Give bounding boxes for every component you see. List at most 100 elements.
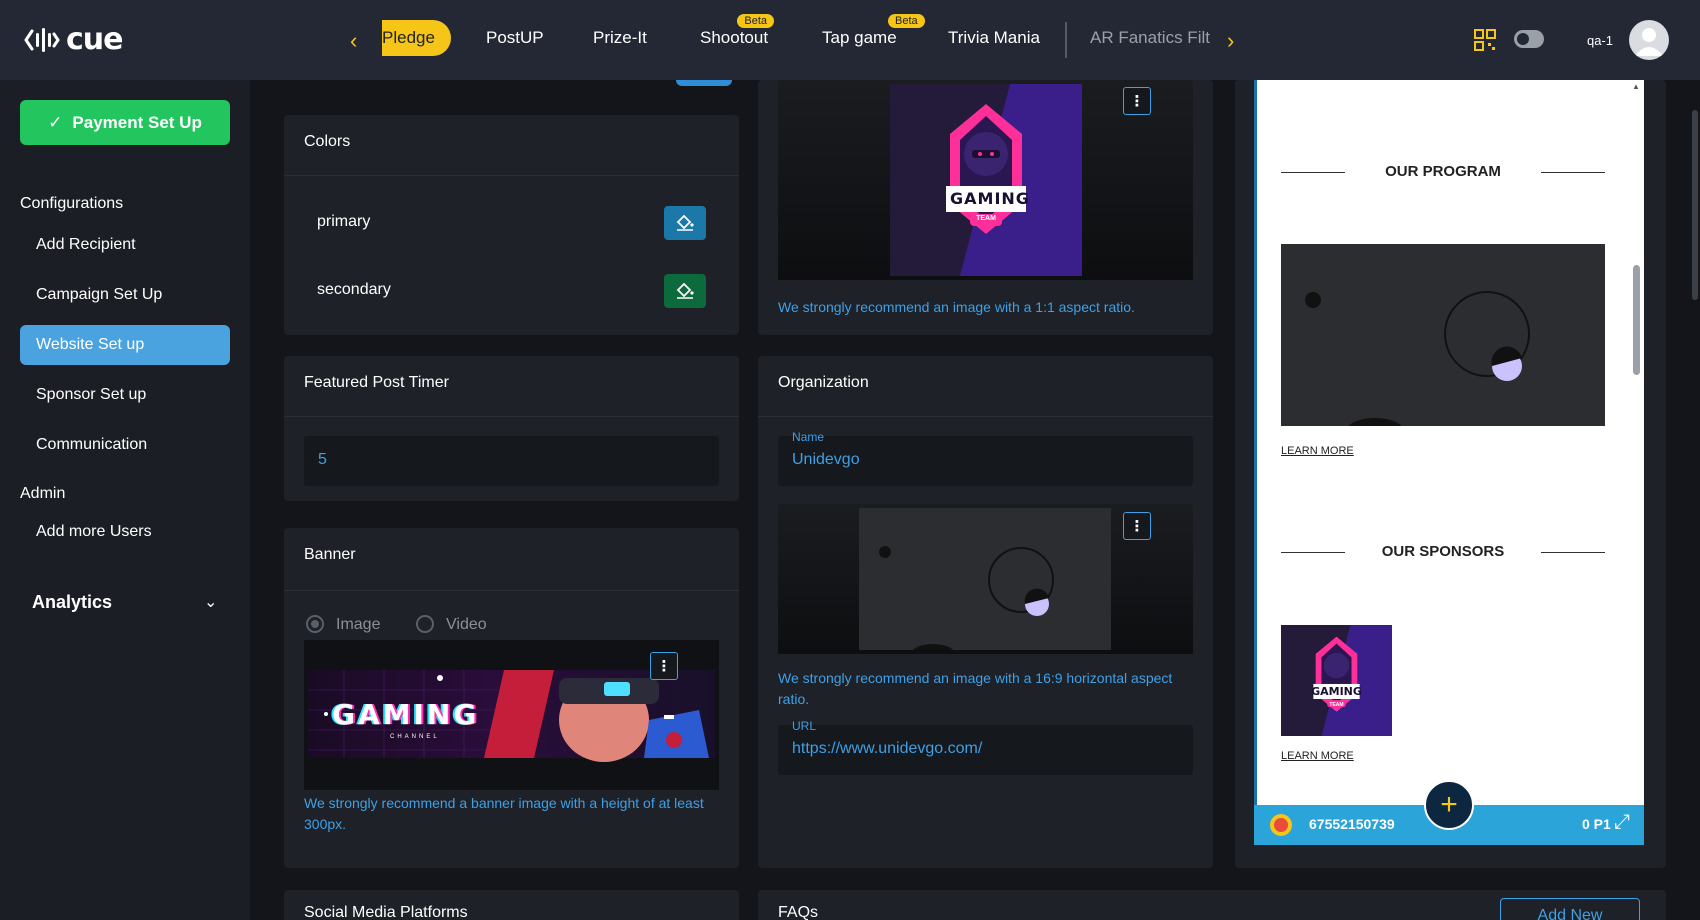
tab-trivia-mania[interactable]: Trivia Mania <box>948 28 1040 48</box>
tab-prize-it[interactable]: Prize-It <box>593 28 647 48</box>
tab-tap-game-label: Tap game <box>822 28 897 47</box>
divider <box>758 416 1213 417</box>
url-field-label: URL <box>792 719 817 733</box>
add-floating-button[interactable]: + <box>1424 780 1474 830</box>
expand-icon[interactable]: ⤢ <box>1614 811 1630 834</box>
qr-code-icon[interactable] <box>1474 29 1496 51</box>
sidebar-item-campaign-setup[interactable]: Campaign Set Up <box>20 275 230 315</box>
chevron-right-icon[interactable]: › <box>1227 28 1234 54</box>
secondary-color-label: secondary <box>317 281 391 298</box>
placeholder-graphic <box>879 546 1054 650</box>
tab-pledge[interactable]: Pledge <box>382 20 451 56</box>
tab-shootout-label: Shootout <box>700 28 769 47</box>
sponsor-logo: GAMING TEAM <box>1281 625 1392 736</box>
organization-image-options-button[interactable]: ⋮ <box>1123 512 1151 540</box>
avatar[interactable] <box>1629 20 1669 60</box>
divider <box>284 175 739 176</box>
video-radio[interactable] <box>416 615 434 633</box>
secondary-color-picker[interactable] <box>664 274 706 308</box>
primary-color-label: primary <box>317 213 371 230</box>
placeholder-image <box>859 508 1111 650</box>
footer-points: 0 P1 <box>1582 816 1611 832</box>
tab-ar-fanatics-filter[interactable]: AR Fanatics Filt <box>1090 28 1210 48</box>
checkmark-icon: ✓ <box>48 112 63 132</box>
add-faq-button[interactable]: Add New <box>1500 898 1640 920</box>
sidebar: ✓ Payment Set Up Configurations Add Reci… <box>0 80 250 920</box>
divider <box>284 416 739 417</box>
paint-bucket-icon <box>676 282 694 299</box>
organization-url-value: https://www.unidevgo.com/ <box>792 740 983 757</box>
sponsor-logo-subtext: TEAM <box>1329 702 1344 708</box>
organization-image-hint: We strongly recommend an image with a 16… <box>778 670 1173 707</box>
image-radio-label: Image <box>336 616 381 633</box>
sidebar-item-website-setup[interactable]: Website Set up <box>20 325 230 365</box>
sponsor-learn-more-link[interactable]: LEARN MORE <box>1281 750 1354 762</box>
nav-divider <box>1065 22 1067 58</box>
sidebar-item-communication[interactable]: Communication <box>20 425 230 465</box>
banner-subtext: CHANNEL <box>390 734 440 740</box>
social-media-card: Social Media Platforms <box>284 890 739 920</box>
tab-postup[interactable]: PostUP <box>486 28 544 48</box>
banner-options-button[interactable]: ⋮ <box>650 652 678 680</box>
configurations-heading: Configurations <box>20 195 124 212</box>
logo-card: GAMING TEAM ⋮ We strongly recommend an i… <box>758 80 1213 335</box>
featured-post-timer-card: Featured Post Timer 5 <box>284 356 739 501</box>
preview-scrollbar[interactable]: ▲ <box>1629 80 1644 810</box>
user-icon <box>1635 28 1663 56</box>
gaming-team-logo <box>890 84 1082 276</box>
featured-timer-value: 5 <box>318 451 327 468</box>
website-preview: OUR PROGRAM LEARN MORE OUR SPONSORS GAMI… <box>1254 80 1644 845</box>
save-button-partial[interactable] <box>676 80 732 86</box>
organization-name-input[interactable]: Name Unidevgo <box>778 430 1193 486</box>
tab-shootout[interactable]: Shootout Beta <box>700 14 775 48</box>
page-scrollbar-thumb[interactable] <box>1692 110 1698 300</box>
faqs-card: FAQs Add New <box>758 890 1666 920</box>
website-preview-page: OUR PROGRAM LEARN MORE OUR SPONSORS GAMI… <box>1257 80 1629 810</box>
banner-title: Banner <box>304 546 356 563</box>
chevron-down-icon[interactable]: ⌄ <box>204 592 217 612</box>
colors-title: Colors <box>304 133 351 150</box>
sidebar-item-add-recipient[interactable]: Add Recipient <box>20 225 230 265</box>
organization-card: Organization Name Unidevgo ⋮ We strongly… <box>758 356 1213 868</box>
colors-card: Colors primary secondary <box>284 115 739 335</box>
organization-url-input[interactable]: URL https://www.unidevgo.com/ <box>778 719 1193 775</box>
sidebar-item-analytics[interactable]: Analytics <box>32 592 112 613</box>
program-learn-more-link[interactable]: LEARN MORE <box>1281 445 1354 457</box>
beta-badge: Beta <box>737 14 775 28</box>
organization-name-value: Unidevgo <box>792 451 860 468</box>
cue-logo[interactable]: cue <box>24 22 123 57</box>
social-media-title: Social Media Platforms <box>304 904 468 920</box>
section-divider <box>1541 172 1605 173</box>
coin-icon <box>1270 814 1292 836</box>
featured-timer-input[interactable]: 5 <box>304 436 719 486</box>
gaming-team-logo <box>1281 625 1392 736</box>
sidebar-item-add-more-users[interactable]: Add more Users <box>20 512 230 552</box>
video-radio-label: Video <box>446 616 487 633</box>
organization-title: Organization <box>778 374 869 391</box>
banner-card: Banner Image Video GAMING CHANNEL ⋮ We s… <box>284 528 739 868</box>
payment-setup-label: Payment Set Up <box>72 112 202 132</box>
chevron-left-icon[interactable]: ‹ <box>350 28 357 54</box>
section-divider <box>1541 552 1605 553</box>
placeholder-graphic <box>1305 291 1530 426</box>
faqs-title: FAQs <box>778 904 819 920</box>
payment-setup-button[interactable]: ✓ Payment Set Up <box>20 100 230 145</box>
footer-phone: 67552150739 <box>1309 816 1395 832</box>
scroll-up-icon[interactable]: ▲ <box>1632 82 1640 91</box>
theme-toggle[interactable] <box>1514 30 1544 48</box>
primary-color-picker[interactable] <box>664 206 706 240</box>
image-radio[interactable] <box>306 615 324 633</box>
banner-hint: We strongly recommend a banner image wit… <box>304 795 704 832</box>
tab-tap-game[interactable]: Tap game Beta <box>822 14 925 48</box>
logo-hint: We strongly recommend an image with a 1:… <box>778 299 1135 315</box>
scrollbar-thumb[interactable] <box>1633 265 1640 375</box>
logo-text: cue <box>66 22 123 57</box>
paint-bucket-icon <box>676 214 694 231</box>
soundwave-icon <box>24 27 60 52</box>
user-name: qa-1 <box>1587 33 1614 48</box>
admin-heading: Admin <box>20 485 66 502</box>
sidebar-item-sponsor-setup[interactable]: Sponsor Set up <box>20 375 230 415</box>
beta-badge: Beta <box>888 14 925 28</box>
logo-options-button[interactable]: ⋮ <box>1123 87 1151 115</box>
featured-timer-title: Featured Post Timer <box>304 374 449 391</box>
